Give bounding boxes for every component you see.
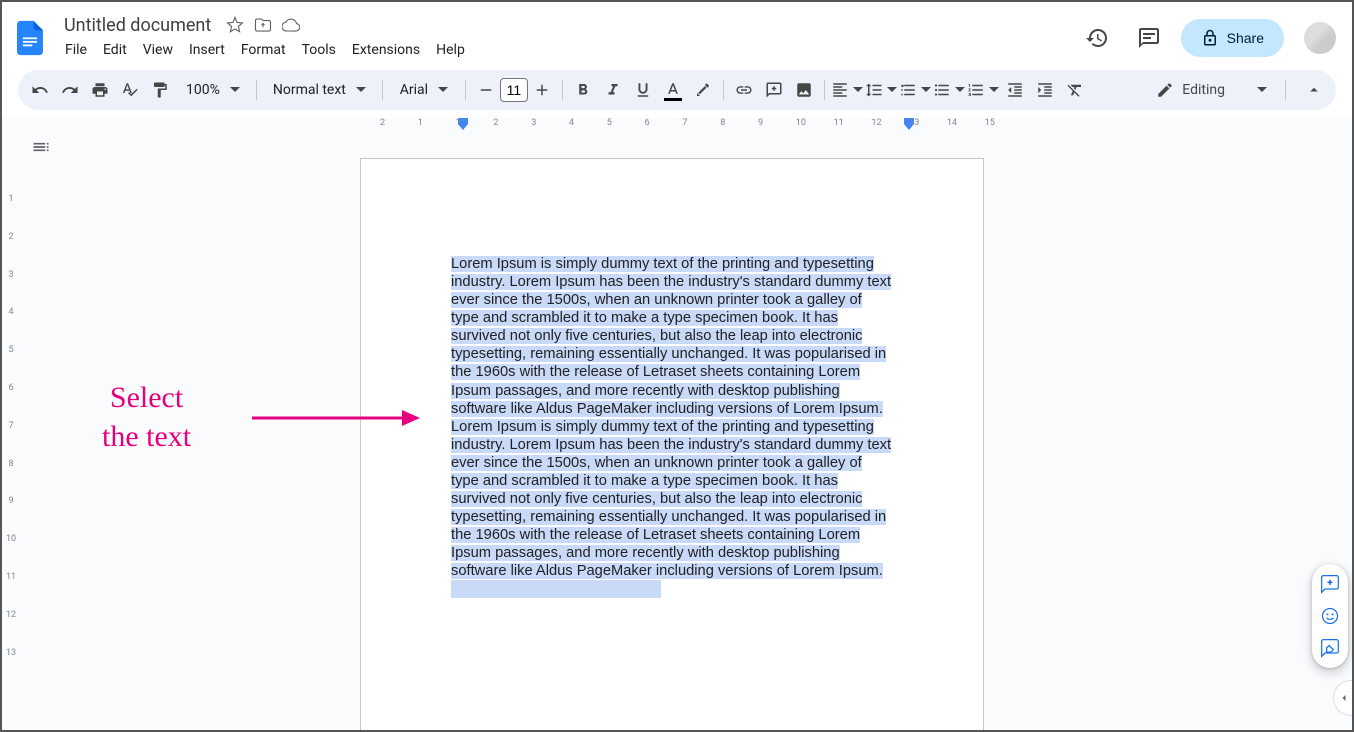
move-icon[interactable] bbox=[253, 15, 273, 35]
text-color-button[interactable] bbox=[659, 76, 687, 104]
user-avatar[interactable] bbox=[1304, 22, 1336, 54]
paragraph-style-dropdown[interactable]: Normal text bbox=[263, 76, 376, 104]
bold-button[interactable] bbox=[569, 76, 597, 104]
underline-button[interactable] bbox=[629, 76, 657, 104]
menu-insert[interactable]: Insert bbox=[182, 38, 232, 62]
font-dropdown[interactable]: Arial bbox=[389, 76, 459, 104]
undo-button[interactable] bbox=[26, 76, 54, 104]
comments-icon[interactable] bbox=[1129, 18, 1169, 58]
menu-edit[interactable]: Edit bbox=[96, 38, 134, 62]
toolbar-separator bbox=[824, 80, 825, 100]
font-size-input[interactable] bbox=[500, 78, 528, 102]
menu-help[interactable]: Help bbox=[429, 38, 472, 62]
font-size-increase[interactable] bbox=[528, 76, 556, 104]
document-page[interactable]: Lorem Ipsum is simply dummy text of the … bbox=[360, 158, 984, 730]
menu-file[interactable]: File bbox=[58, 38, 94, 62]
vertical-ruler[interactable]: 12345678910111213 bbox=[2, 134, 20, 730]
menu-tools[interactable]: Tools bbox=[295, 38, 343, 62]
increase-indent-button[interactable] bbox=[1031, 76, 1059, 104]
toolbar-separator bbox=[465, 80, 466, 100]
document-title[interactable]: Untitled document bbox=[58, 13, 217, 38]
redo-button[interactable] bbox=[56, 76, 84, 104]
share-label: Share bbox=[1227, 30, 1264, 46]
toolbar-separator bbox=[723, 80, 724, 100]
menu-view[interactable]: View bbox=[136, 38, 180, 62]
add-comment-side-button[interactable] bbox=[1316, 570, 1344, 598]
toolbar-separator bbox=[1285, 80, 1286, 100]
contextual-action-pill bbox=[1312, 564, 1348, 668]
toolbar-separator bbox=[562, 80, 563, 100]
align-dropdown[interactable] bbox=[831, 76, 863, 104]
cloud-status-icon[interactable] bbox=[281, 15, 301, 35]
italic-button[interactable] bbox=[599, 76, 627, 104]
star-icon[interactable] bbox=[225, 15, 245, 35]
document-outline-button[interactable] bbox=[26, 132, 56, 162]
clear-formatting-button[interactable] bbox=[1061, 76, 1089, 104]
checklist-dropdown[interactable] bbox=[899, 76, 931, 104]
share-button[interactable]: Share bbox=[1181, 19, 1284, 57]
history-icon[interactable] bbox=[1077, 18, 1117, 58]
toolbar: 100% Normal text Arial bbox=[18, 70, 1336, 110]
zoom-dropdown[interactable]: 100% bbox=[176, 76, 250, 104]
app-header: Untitled document File Edit View Insert … bbox=[2, 2, 1352, 66]
suggest-edits-side-button[interactable] bbox=[1316, 634, 1344, 662]
menu-bar: File Edit View Insert Format Tools Exten… bbox=[58, 37, 1077, 63]
paint-format-button[interactable] bbox=[146, 76, 174, 104]
add-comment-button[interactable] bbox=[760, 76, 788, 104]
horizontal-ruler[interactable]: 21123456789101112131415 bbox=[20, 118, 1336, 134]
toolbar-separator bbox=[382, 80, 383, 100]
editing-mode-label: Editing bbox=[1182, 82, 1225, 98]
document-text[interactable]: Lorem Ipsum is simply dummy text of the … bbox=[451, 255, 893, 598]
menu-format[interactable]: Format bbox=[234, 38, 293, 62]
hide-menus-button[interactable] bbox=[1300, 76, 1328, 104]
print-button[interactable] bbox=[86, 76, 114, 104]
add-emoji-side-button[interactable] bbox=[1316, 602, 1344, 630]
decrease-indent-button[interactable] bbox=[1001, 76, 1029, 104]
insert-link-button[interactable] bbox=[730, 76, 758, 104]
line-spacing-dropdown[interactable] bbox=[865, 76, 897, 104]
docs-logo[interactable] bbox=[10, 18, 50, 58]
insert-image-button[interactable] bbox=[790, 76, 818, 104]
numbered-list-dropdown[interactable] bbox=[967, 76, 999, 104]
menu-extensions[interactable]: Extensions bbox=[345, 38, 427, 62]
spellcheck-button[interactable] bbox=[116, 76, 144, 104]
toolbar-separator bbox=[256, 80, 257, 100]
editing-mode-dropdown[interactable]: Editing bbox=[1144, 76, 1279, 104]
highlight-color-button[interactable] bbox=[689, 76, 717, 104]
font-size-decrease[interactable] bbox=[472, 76, 500, 104]
bulleted-list-dropdown[interactable] bbox=[933, 76, 965, 104]
